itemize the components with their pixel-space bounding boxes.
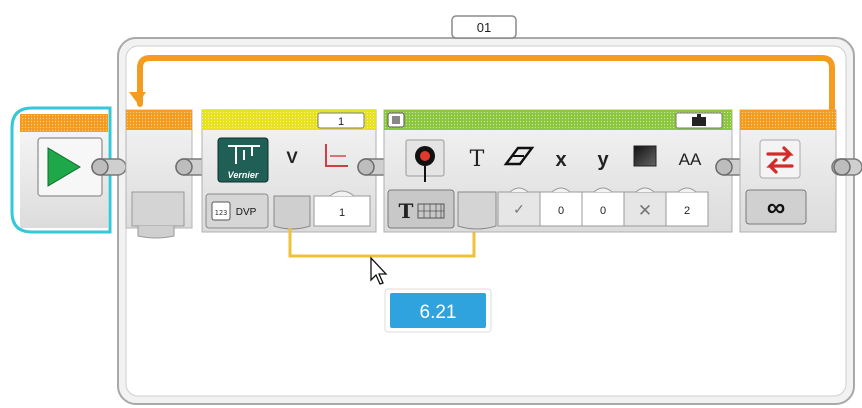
font-value: 2 bbox=[684, 205, 690, 217]
infinity-icon: ∞ bbox=[767, 192, 786, 222]
display-brick-icon bbox=[387, 112, 405, 128]
loop-arrows-icon bbox=[759, 139, 801, 179]
loop-name-label: 01 bbox=[477, 20, 491, 35]
loop-name-tab[interactable]: 01 bbox=[451, 15, 517, 39]
vernier-brand-label: Vernier bbox=[228, 170, 259, 180]
text-grid-icon: T bbox=[399, 199, 414, 223]
x-value: 0 bbox=[558, 205, 564, 217]
color-value: ✕ bbox=[638, 201, 652, 220]
wire-value-bubble: 6.21 bbox=[384, 288, 492, 333]
program-canvas[interactable]: 01 1 Vernier V 123 DVP 1 T x y AA T ✓ 0 … bbox=[0, 0, 862, 408]
font-size-icon: AA bbox=[679, 150, 702, 169]
sensor-input-field[interactable]: 1 bbox=[313, 190, 371, 227]
brick-port-icon bbox=[675, 112, 723, 129]
y-value: 0 bbox=[600, 205, 606, 217]
x-value-field[interactable]: 0 bbox=[539, 187, 583, 227]
font-value-field[interactable]: 2 bbox=[665, 187, 709, 227]
y-value-field[interactable]: 0 bbox=[581, 187, 625, 227]
svg-text:123: 123 bbox=[215, 209, 228, 217]
color-value-field[interactable]: ✕ bbox=[623, 187, 667, 227]
y-coordinate-icon: y bbox=[597, 149, 609, 171]
sensor-mode-label: DVP bbox=[236, 207, 257, 218]
clear-value-field[interactable]: ✓ bbox=[497, 187, 541, 227]
display-mode-selector[interactable]: T bbox=[387, 189, 455, 229]
sequence-plug[interactable] bbox=[831, 158, 862, 176]
port-selector[interactable]: 1 bbox=[317, 112, 365, 129]
sensor-input-value: 1 bbox=[339, 207, 345, 219]
sequence-plug[interactable] bbox=[91, 158, 127, 176]
color-square-icon bbox=[633, 145, 657, 167]
port-number: 1 bbox=[338, 116, 344, 128]
data-output-plug[interactable] bbox=[273, 195, 311, 230]
vernier-sensor-block[interactable]: 1 Vernier V 123 DVP 1 bbox=[201, 109, 377, 233]
display-block[interactable]: T x y AA T ✓ 0 0 ✕ 2 bbox=[383, 109, 733, 233]
x-coordinate-icon: x bbox=[555, 149, 566, 171]
clear-value: ✓ bbox=[513, 201, 525, 217]
clear-screen-icon bbox=[405, 139, 445, 182]
loop-interrupt-block[interactable]: ∞ bbox=[739, 109, 837, 233]
text-T-icon: T bbox=[470, 147, 485, 172]
sensor-mode-selector[interactable]: 123 DVP bbox=[205, 193, 269, 229]
loop-mode-selector[interactable]: ∞ bbox=[745, 189, 807, 225]
measure-label: V bbox=[286, 148, 298, 167]
text-input-socket[interactable] bbox=[457, 191, 497, 230]
wire-value-text: 6.21 bbox=[420, 302, 457, 323]
vernier-caliper-icon: Vernier bbox=[217, 137, 269, 183]
